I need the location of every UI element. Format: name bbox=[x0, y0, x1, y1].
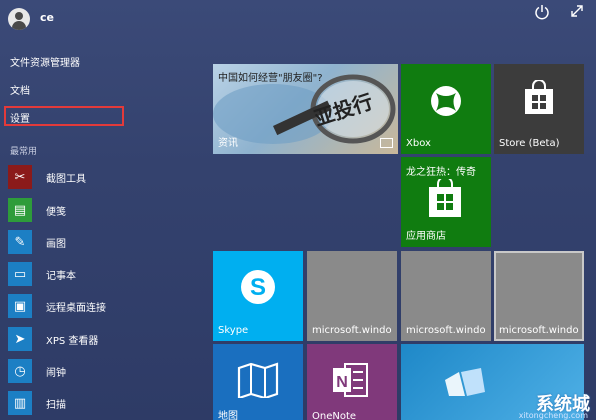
alarm-icon: ◷ bbox=[8, 359, 32, 383]
windows-logo-icon bbox=[445, 368, 485, 396]
app-paint[interactable]: ✎ 画图 bbox=[8, 229, 188, 255]
app-label: 闹钟 bbox=[46, 368, 66, 379]
tile-microsoft-windows-1[interactable]: microsoft.windo bbox=[307, 251, 397, 341]
tile-skype[interactable]: S Skype bbox=[213, 251, 303, 341]
menu-settings[interactable]: 设置 bbox=[10, 110, 30, 125]
tile-onenote-label: OneNote bbox=[312, 411, 357, 420]
tile-xbox[interactable]: Xbox bbox=[401, 64, 491, 154]
tile-microsoft-windows-3[interactable]: microsoft.windo bbox=[494, 251, 584, 341]
tile-maps-label: 地图 bbox=[218, 411, 238, 420]
tile-store-beta[interactable]: Store (Beta) bbox=[494, 64, 584, 154]
xps-viewer-icon: ➤ bbox=[8, 327, 32, 351]
store-bag-icon bbox=[525, 80, 553, 114]
menu-file-explorer[interactable]: 文件资源管理器 bbox=[10, 54, 80, 69]
onenote-icon: N bbox=[333, 363, 368, 397]
avatar-head-shape bbox=[15, 12, 23, 20]
tile-xbox-label: Xbox bbox=[406, 138, 431, 149]
sticky-notes-icon: ▤ bbox=[8, 198, 32, 222]
app-scan[interactable]: ▥ 扫描 bbox=[8, 390, 188, 416]
app-label: XPS 查看器 bbox=[46, 336, 99, 347]
app-alarm[interactable]: ◷ 闹钟 bbox=[8, 358, 188, 384]
app-sticky-notes[interactable]: ▤ 便笺 bbox=[8, 197, 188, 223]
tile-skype-label: Skype bbox=[218, 325, 249, 336]
tile-news[interactable]: 亚投行 中国如何经营"朋友圈"? 资讯 bbox=[213, 64, 398, 154]
avatar-body-shape bbox=[12, 21, 26, 30]
app-label: 画图 bbox=[46, 239, 66, 250]
app-label: 扫描 bbox=[46, 400, 66, 411]
tile-microsoft-windows-2[interactable]: microsoft.windo bbox=[401, 251, 491, 341]
app-notepad[interactable]: ▭ 记事本 bbox=[8, 261, 188, 287]
expand-icon[interactable] bbox=[570, 4, 584, 22]
watermark-url: xitongcheng.com bbox=[518, 411, 588, 420]
tile-store-beta-label: Store (Beta) bbox=[499, 138, 560, 149]
tile-maps[interactable]: 地图 bbox=[213, 344, 303, 420]
app-snipping-tool[interactable]: ✂ 截图工具 bbox=[8, 164, 188, 190]
notepad-icon: ▭ bbox=[8, 262, 32, 286]
app-label: 远程桌面连接 bbox=[46, 303, 106, 314]
svg-text:S: S bbox=[250, 274, 266, 301]
app-label: 截图工具 bbox=[46, 174, 86, 185]
most-used-label: 最常用 bbox=[10, 147, 38, 157]
tile-app-store-label: 应用商店 bbox=[406, 231, 446, 242]
scissors-icon: ✂ bbox=[8, 165, 32, 189]
xbox-icon bbox=[431, 86, 461, 116]
scan-icon: ▥ bbox=[8, 391, 32, 415]
app-xps-viewer[interactable]: ➤ XPS 查看器 bbox=[8, 326, 188, 352]
tile-ms3-label: microsoft.windo bbox=[499, 325, 579, 336]
power-icon-svg bbox=[535, 5, 549, 20]
tile-onenote[interactable]: N OneNote bbox=[307, 344, 397, 420]
app-store-title: 龙之狂热：传奇 bbox=[406, 167, 476, 178]
remote-desktop-icon: ▣ bbox=[8, 294, 32, 318]
svg-text:N: N bbox=[336, 374, 348, 391]
app-remote-desktop[interactable]: ▣ 远程桌面连接 bbox=[8, 293, 188, 319]
user-name[interactable]: ce bbox=[40, 11, 54, 24]
menu-documents[interactable]: 文档 bbox=[10, 82, 30, 97]
paint-icon: ✎ bbox=[8, 230, 32, 254]
app-label: 便笺 bbox=[46, 207, 66, 218]
tile-ms2-label: microsoft.windo bbox=[406, 325, 486, 336]
user-avatar[interactable] bbox=[8, 8, 30, 30]
tile-app-store[interactable]: 龙之狂热：传奇 应用商店 bbox=[401, 157, 491, 247]
power-icon[interactable] bbox=[534, 4, 550, 24]
map-icon bbox=[237, 362, 279, 398]
news-headline: 中国如何经营"朋友圈"? bbox=[218, 73, 323, 84]
tile-news-label: 资讯 bbox=[218, 138, 238, 149]
app-label: 记事本 bbox=[46, 271, 76, 282]
skype-icon: S bbox=[241, 270, 275, 304]
news-badge-icon bbox=[380, 138, 393, 148]
expand-icon-svg bbox=[571, 5, 583, 17]
tile-ms1-label: microsoft.windo bbox=[312, 325, 392, 336]
windows-store-icon bbox=[429, 179, 461, 217]
